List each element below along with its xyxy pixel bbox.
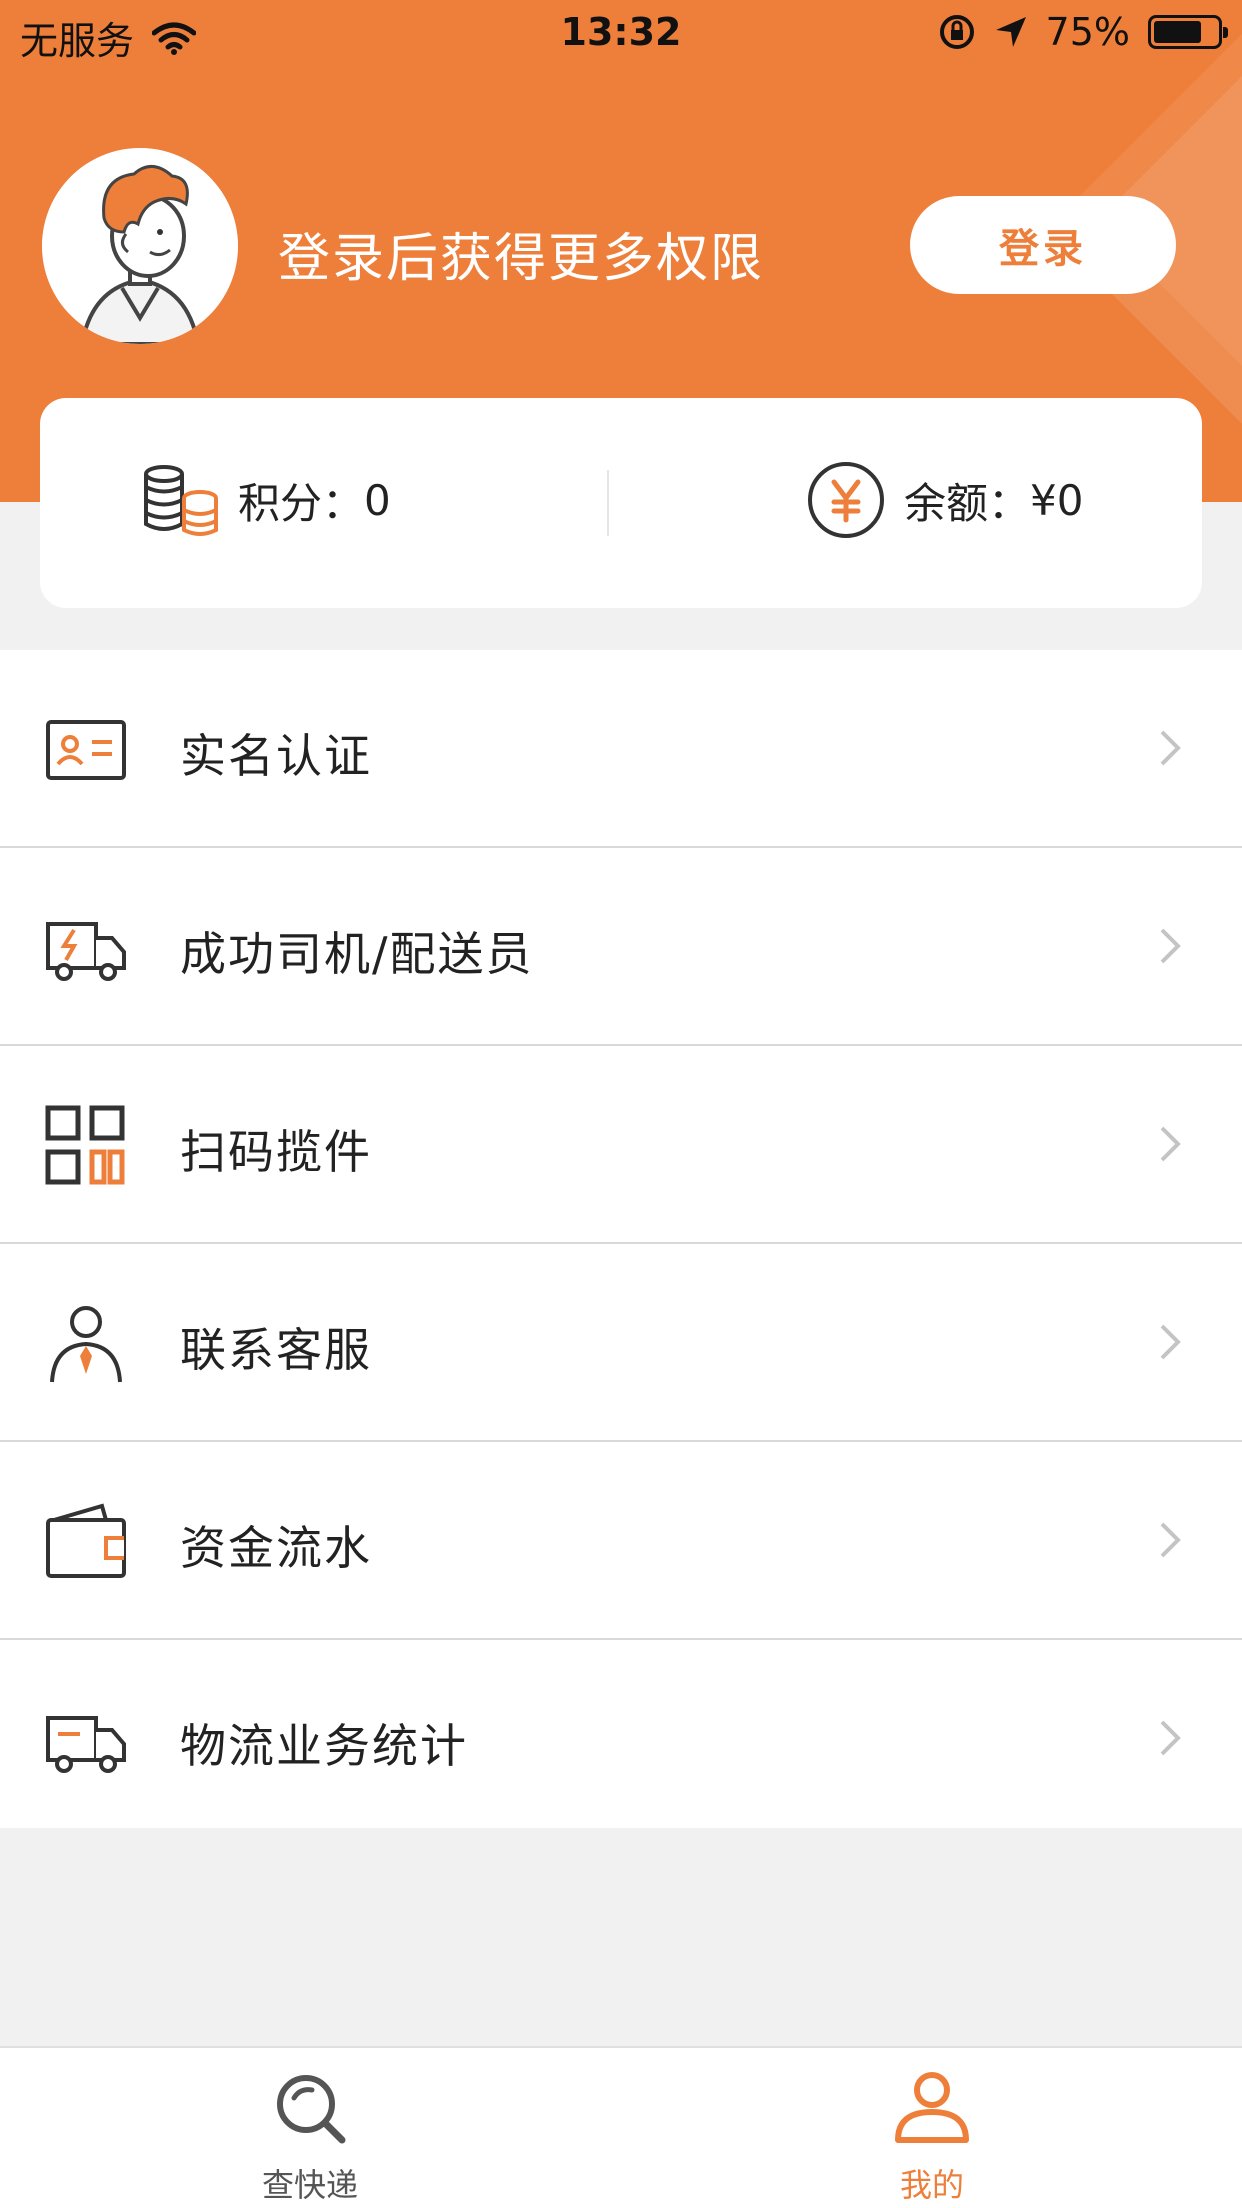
points-label: 积分： (238, 478, 365, 528)
id-card-icon (46, 720, 126, 780)
wallet-divider (607, 470, 609, 536)
yen-coin-icon (808, 462, 884, 538)
location-arrow-icon (995, 17, 1026, 47)
menu-item-label: 资金流水 (180, 1521, 372, 1575)
status-right-group: 75% (938, 10, 1228, 54)
status-bar: 无服务 13:32 75% (0, 0, 1242, 66)
login-tip-text: 登录后获得更多权限 (278, 229, 765, 289)
chevron-right-icon (1160, 730, 1181, 766)
tab-label: 我的 (899, 2166, 964, 2204)
tab-mine[interactable]: 我的 (782, 2048, 1082, 2208)
tab-label: 查快递 (261, 2166, 358, 2204)
menu-item-label: 扫码揽件 (180, 1125, 372, 1179)
menu-list: 实名认证 成功司机/配送员 扫码揽件 联系客服 资金流水 物流业务统计 (0, 650, 1242, 1828)
chevron-right-icon (1160, 1324, 1181, 1360)
tab-track-package[interactable]: 查快递 (160, 2048, 460, 2208)
menu-item-driver-courier[interactable]: 成功司机/配送员 (0, 848, 1242, 1046)
battery-fill (1154, 21, 1201, 43)
customer-service-icon (50, 1306, 122, 1383)
menu-item-real-name-verification[interactable]: 实名认证 (0, 650, 1242, 848)
coins-icon (144, 465, 218, 536)
truck-icon (46, 1716, 126, 1773)
menu-item-customer-service[interactable]: 联系客服 (0, 1244, 1242, 1442)
menu-item-label: 实名认证 (180, 729, 372, 783)
search-icon (277, 2075, 346, 2144)
battery-icon (1148, 15, 1228, 49)
points-item[interactable]: 积分： 0 (138, 460, 391, 540)
chevron-right-icon (1160, 1522, 1181, 1558)
menu-item-label: 联系客服 (180, 1323, 372, 1377)
balance-item[interactable]: 余额： ¥0 (806, 460, 1083, 540)
menu-item-label: 成功司机/配送员 (180, 927, 534, 981)
wallet-card: 积分： 0 余额： ¥0 (40, 398, 1202, 608)
wallet-icon (46, 1503, 126, 1578)
balance-value: ¥0 (1030, 475, 1084, 525)
avatar-illustration (42, 148, 238, 344)
delivery-truck-icon (46, 922, 126, 981)
menu-item-logistics-statistics[interactable]: 物流业务统计 (0, 1640, 1242, 1828)
login-button[interactable]: 登录 (910, 196, 1176, 294)
user-icon (895, 2072, 969, 2143)
chevron-right-icon (1160, 928, 1181, 964)
menu-item-fund-flow[interactable]: 资金流水 (0, 1442, 1242, 1640)
tab-bar: 查快递 我的 (0, 2046, 1242, 2208)
menu-item-label: 物流业务统计 (180, 1719, 468, 1773)
balance-label: 余额： (904, 478, 1031, 528)
orientation-lock-icon (939, 15, 974, 49)
menu-item-scan-pickup[interactable]: 扫码揽件 (0, 1046, 1242, 1244)
avatar[interactable] (42, 148, 238, 344)
chevron-right-icon (1160, 1720, 1181, 1756)
battery-percent: 75% (1045, 10, 1130, 54)
qr-code-icon (45, 1105, 125, 1185)
chevron-right-icon (1160, 1126, 1181, 1162)
points-value: 0 (364, 475, 391, 525)
